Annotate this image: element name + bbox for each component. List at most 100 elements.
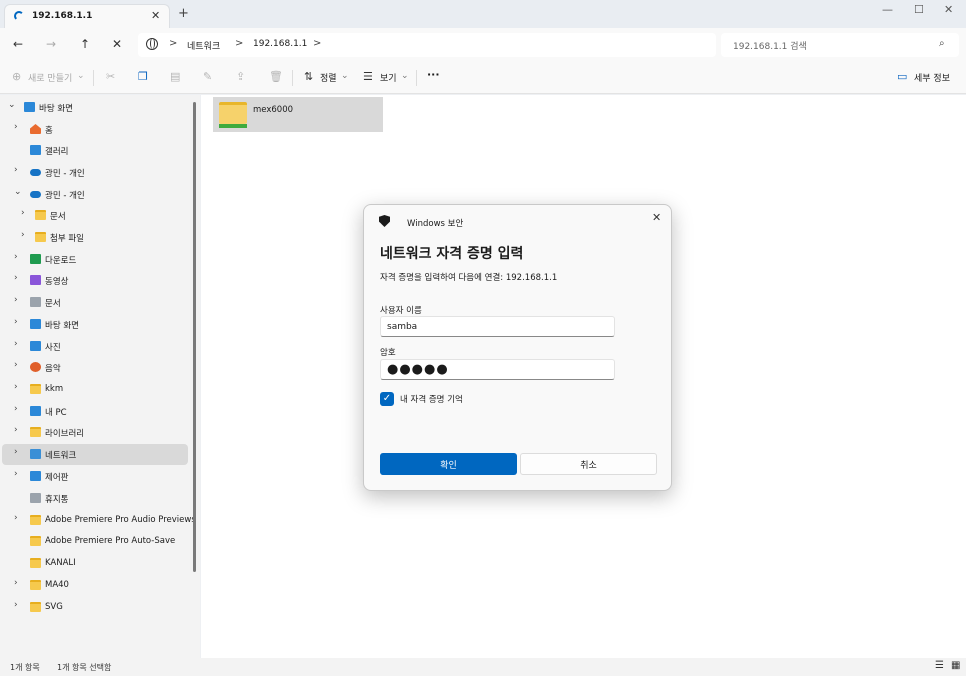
sidebar-item-label: 광민 - 개인: [45, 191, 85, 201]
remember-label: 내 자격 증명 기억: [400, 395, 463, 405]
paste-icon[interactable]: ▤: [170, 70, 180, 83]
sidebar-item-libraries[interactable]: › 라이브러리: [2, 422, 188, 443]
cut-icon[interactable]: ✂: [106, 70, 115, 83]
stop-refresh-button[interactable]: ✕: [112, 37, 122, 51]
sidebar-item-network[interactable]: › 네트워크: [2, 444, 188, 465]
folder-icon: [35, 210, 46, 220]
back-button[interactable]: ←: [13, 37, 23, 51]
sidebar-item-premiere-audio[interactable]: › Adobe Premiere Pro Audio Previews: [2, 510, 196, 531]
chevron-right-icon[interactable]: ›: [14, 360, 18, 370]
maximize-button[interactable]: ☐: [914, 3, 924, 16]
chevron-right-icon[interactable]: ›: [14, 578, 18, 588]
username-field[interactable]: [380, 316, 615, 337]
expanded-chevron-icon[interactable]: ⌄: [8, 100, 16, 110]
sidebar-item-videos[interactable]: › 동영상: [2, 270, 188, 291]
delete-icon[interactable]: 🗑: [269, 70, 283, 83]
sidebar-item-label: Adobe Premiere Pro Auto-Save: [45, 536, 176, 546]
sidebar-item-label: 네트워크: [45, 451, 77, 461]
folder-item[interactable]: mex6000: [213, 97, 383, 132]
chevron-right-icon[interactable]: ›: [14, 273, 18, 283]
sidebar-item-kkm[interactable]: › kkm: [2, 379, 188, 400]
details-button[interactable]: 세부 정보: [914, 71, 950, 84]
breadcrumb-network[interactable]: 네트워크: [187, 39, 220, 52]
share-icon[interactable]: ⇪: [236, 70, 245, 83]
chevron-right-icon[interactable]: ›: [14, 339, 18, 349]
chevron-right-icon[interactable]: ›: [21, 208, 25, 218]
chevron-right-icon[interactable]: >: [313, 38, 321, 49]
browser-tab[interactable]: 192.168.1.1 ✕: [4, 4, 170, 28]
chevron-right-icon[interactable]: ›: [14, 513, 18, 523]
sidebar-item-premiere-autosave[interactable]: Adobe Premiere Pro Auto-Save: [2, 531, 188, 552]
new-button[interactable]: 새로 만들기: [28, 71, 72, 84]
sidebar-item-desktop-2[interactable]: › 바탕 화면: [2, 314, 188, 335]
chevron-right-icon[interactable]: ›: [14, 404, 18, 414]
chevron-down-icon: ⌄: [77, 71, 85, 81]
password-field[interactable]: ●●●●●: [380, 359, 615, 380]
gallery-icon: [30, 145, 41, 155]
sidebar-item-label: 문서: [50, 212, 66, 222]
sidebar-item-svg[interactable]: › SVG: [2, 597, 188, 618]
sort-button[interactable]: 정렬: [320, 71, 337, 84]
new-tab-button[interactable]: +: [178, 6, 189, 21]
music-icon: [30, 362, 41, 372]
sidebar-item-gallery[interactable]: 갤러리: [2, 140, 188, 161]
sidebar-item-pictures[interactable]: › 사진: [2, 336, 188, 357]
search-input[interactable]: 192.168.1.1 검색 ⌕: [721, 33, 959, 57]
sidebar-item-music[interactable]: › 음악: [2, 357, 188, 378]
dialog-heading: 네트워크 자격 증명 입력: [380, 246, 524, 262]
address-bar[interactable]: > 네트워크 > 192.168.1.1 >: [138, 33, 716, 57]
up-button[interactable]: ↑: [80, 37, 90, 51]
chevron-right-icon[interactable]: ›: [14, 469, 18, 479]
chevron-right-icon[interactable]: ›: [14, 295, 18, 305]
dialog-close-button[interactable]: ✕: [652, 211, 661, 224]
desktop-icon: [24, 102, 35, 112]
tab-close-icon[interactable]: ✕: [151, 9, 160, 22]
tiles-view-icon[interactable]: ▦: [951, 660, 960, 671]
rename-icon[interactable]: ✎: [203, 70, 212, 83]
chevron-right-icon[interactable]: ›: [14, 425, 18, 435]
chevron-right-icon[interactable]: ›: [14, 317, 18, 327]
folder-icon: [30, 536, 41, 546]
sidebar-item-recycle-bin[interactable]: 휴지통: [2, 488, 188, 509]
chevron-right-icon[interactable]: ›: [14, 165, 18, 175]
minimize-button[interactable]: —: [882, 3, 893, 16]
close-window-button[interactable]: ✕: [944, 3, 953, 16]
chevron-right-icon[interactable]: >: [169, 38, 177, 49]
sidebar-item-home[interactable]: › 홈: [2, 119, 188, 140]
more-options-button[interactable]: ···: [427, 68, 440, 81]
chevron-right-icon[interactable]: ›: [14, 122, 18, 132]
forward-button[interactable]: →: [46, 37, 56, 51]
sidebar-item-label: 동영상: [45, 277, 69, 287]
search-icon[interactable]: ⌕: [939, 38, 945, 49]
sidebar-item-onedrive[interactable]: › 광민 - 개인: [2, 162, 188, 183]
sidebar-item-desktop[interactable]: ⌄ 바탕 화면: [2, 97, 188, 118]
copy-icon[interactable]: ❐: [138, 70, 148, 83]
sidebar-item-documents[interactable]: › 문서: [2, 292, 188, 313]
chevron-right-icon[interactable]: ›: [14, 252, 18, 262]
recycle-bin-icon: [30, 493, 41, 503]
chevron-right-icon[interactable]: ›: [14, 382, 18, 392]
chevron-right-icon[interactable]: ›: [14, 600, 18, 610]
expanded-chevron-icon[interactable]: ⌄: [14, 187, 22, 197]
sidebar-item-kanali[interactable]: KANALI: [2, 553, 188, 574]
view-button[interactable]: 보기: [380, 71, 397, 84]
chevron-right-icon[interactable]: ›: [14, 447, 18, 457]
chevron-right-icon[interactable]: ›: [21, 230, 25, 240]
remember-checkbox[interactable]: ✓: [380, 392, 394, 406]
sidebar-item-documents-sub[interactable]: › 문서: [2, 205, 188, 226]
sidebar-item-onedrive-expanded[interactable]: ⌄ 광민 - 개인: [2, 184, 188, 205]
sidebar-item-downloads[interactable]: › 다운로드: [2, 249, 188, 270]
sidebar-scrollbar[interactable]: [193, 102, 196, 572]
dialog-app-title: Windows 보안: [407, 219, 464, 229]
sidebar-item-this-pc[interactable]: › 내 PC: [2, 401, 188, 422]
ok-button[interactable]: 확인: [380, 453, 517, 475]
breadcrumb-host[interactable]: 192.168.1.1: [253, 39, 307, 49]
chevron-right-icon[interactable]: >: [235, 38, 243, 49]
sidebar-item-ma40[interactable]: › MA40: [2, 575, 188, 596]
sidebar-item-control-panel[interactable]: › 제어판: [2, 466, 188, 487]
cancel-button[interactable]: 취소: [520, 453, 657, 475]
details-view-icon[interactable]: ☰: [935, 660, 944, 671]
folder-icon: [30, 558, 41, 568]
new-icon: ⊕: [12, 70, 22, 83]
sidebar-item-attachments[interactable]: › 첨부 파일: [2, 227, 188, 248]
